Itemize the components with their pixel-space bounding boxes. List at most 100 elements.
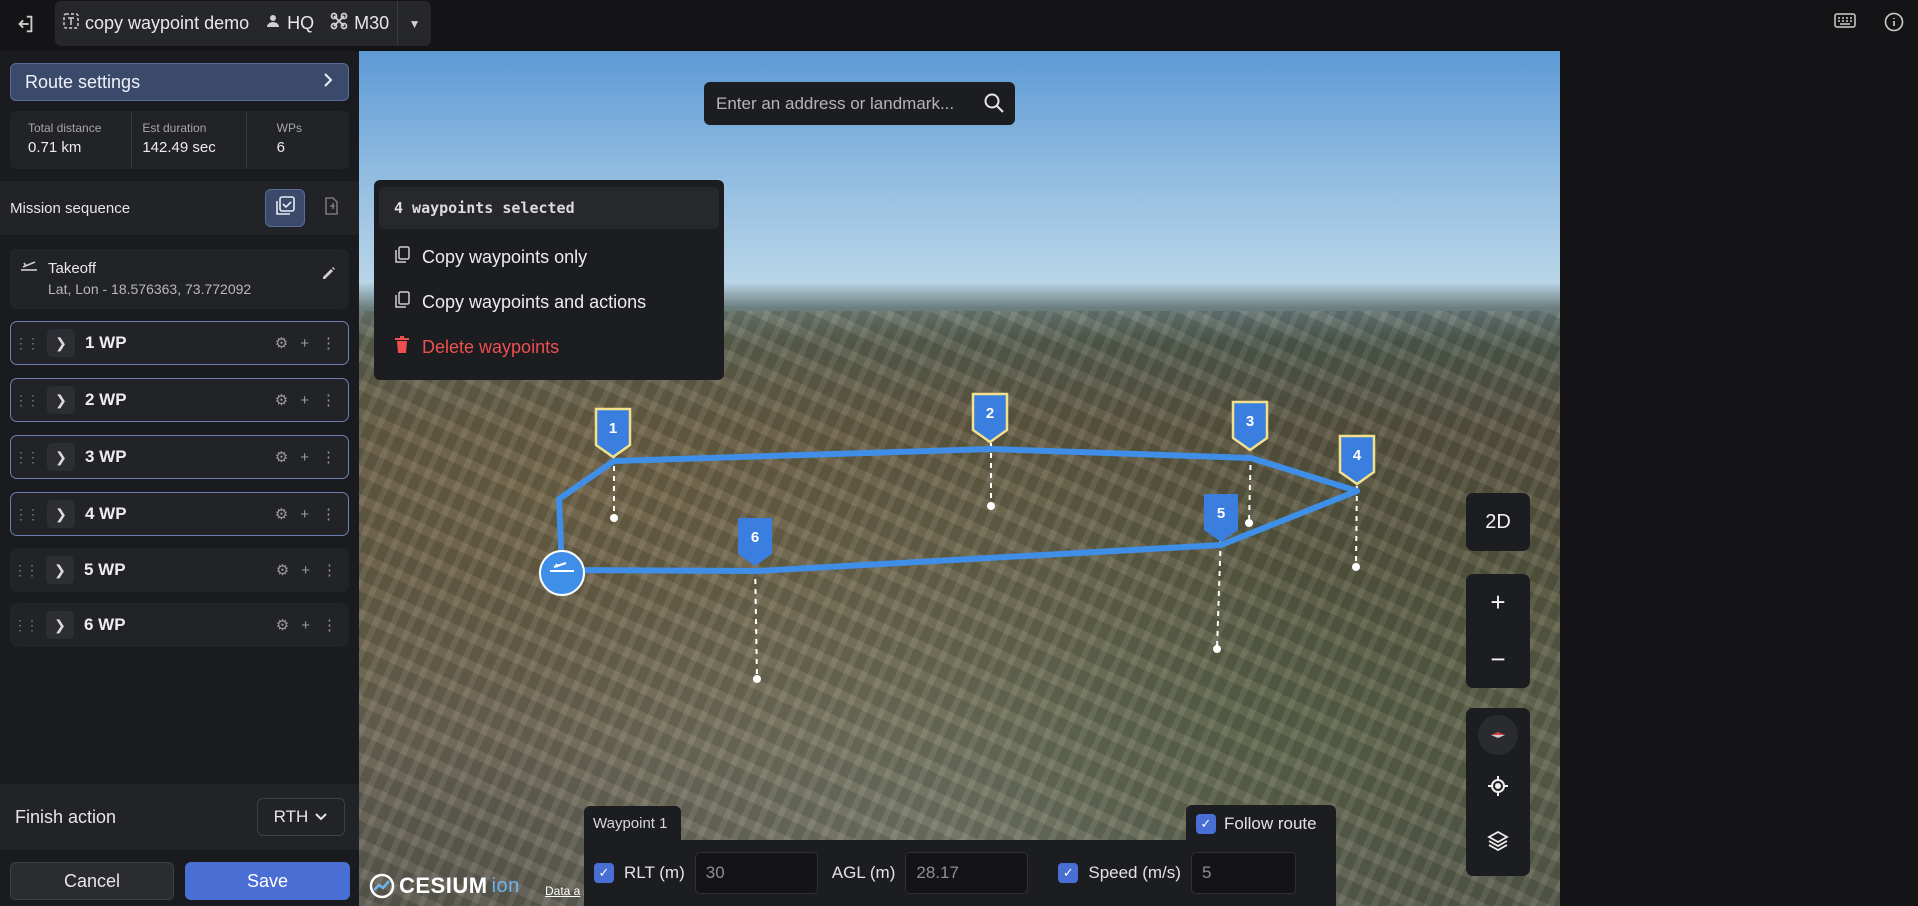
more-vert-icon[interactable]: ⋮ xyxy=(321,505,336,523)
add-icon[interactable]: + xyxy=(301,562,310,579)
cesium-logo[interactable]: CESIUM ion xyxy=(369,873,520,899)
compass-button[interactable] xyxy=(1466,708,1530,762)
cancel-button[interactable]: Cancel xyxy=(10,862,174,900)
paste-waypoints-button[interactable] xyxy=(315,189,347,227)
waypoint-label: 1 WP xyxy=(85,333,127,352)
address-search-input[interactable]: Enter an address or landmark... xyxy=(704,82,1015,125)
chevron-right-icon[interactable]: ❯ xyxy=(46,611,74,639)
view-mode-toggle[interactable]: 2D xyxy=(1466,493,1530,551)
zoom-out-button[interactable]: − xyxy=(1466,631,1530,688)
finish-action-select[interactable]: RTH xyxy=(257,798,345,836)
route-settings-button[interactable]: Route settings xyxy=(10,63,349,101)
chevron-down-icon[interactable]: ▼ xyxy=(397,1,431,46)
stat-label: Total distance xyxy=(28,121,102,135)
drag-handle-icon[interactable]: ⋮⋮ xyxy=(10,562,40,579)
chevron-right-icon[interactable]: ❯ xyxy=(47,386,75,414)
rlt-checkbox[interactable]: ✓ xyxy=(594,863,614,883)
cesium-ion: ion xyxy=(491,874,520,897)
copy-icon xyxy=(394,246,410,269)
chevron-right-icon[interactable]: ❯ xyxy=(47,443,75,471)
mission-info-group: copy waypoint demo HQ M30 ▼ xyxy=(55,1,432,46)
context-menu-header: 4 waypoints selected xyxy=(379,187,719,229)
follow-route-toggle[interactable]: ✓ Follow route xyxy=(1186,805,1336,843)
chevron-right-icon[interactable]: ❯ xyxy=(46,556,74,584)
drag-handle-icon[interactable]: ⋮⋮ xyxy=(11,449,41,466)
more-vert-icon[interactable]: ⋮ xyxy=(322,616,337,634)
cesium-logo-icon xyxy=(369,873,395,899)
drag-handle-icon[interactable]: ⋮⋮ xyxy=(11,335,41,352)
site-label: HQ xyxy=(287,13,315,33)
waypoint-row[interactable]: ⋮⋮ ❯ 4 WP ⚙ + ⋮ xyxy=(10,492,349,536)
route-settings-label: Route settings xyxy=(25,71,141,92)
drag-handle-icon[interactable]: ⋮⋮ xyxy=(10,617,40,634)
speed-input[interactable]: 5 xyxy=(1190,852,1296,894)
mission-sequence-bar: Mission sequence xyxy=(0,181,359,235)
chevron-right-icon[interactable]: ❯ xyxy=(47,500,75,528)
drag-handle-icon[interactable]: ⋮⋮ xyxy=(11,506,41,523)
waypoint-label: 4 WP xyxy=(85,504,127,523)
waypoint-row[interactable]: ⋮⋮ ❯ 5 WP ⚙ + ⋮ xyxy=(10,548,349,592)
info-icon[interactable] xyxy=(1884,12,1904,37)
gear-icon[interactable]: ⚙ xyxy=(275,505,288,523)
more-vert-icon[interactable]: ⋮ xyxy=(321,391,336,409)
gear-icon[interactable]: ⚙ xyxy=(275,448,288,466)
more-vert-icon[interactable]: ⋮ xyxy=(321,448,336,466)
stat-wps: WPs 6 xyxy=(247,111,349,169)
stat-label: Est duration xyxy=(142,121,207,135)
agl-input[interactable]: 28.17 xyxy=(905,852,1029,894)
menu-item-label: Copy waypoints only xyxy=(422,247,588,267)
save-button[interactable]: Save xyxy=(185,862,350,900)
route-stats: Total distance 0.71 km Est duration 142.… xyxy=(10,111,349,169)
edit-icon[interactable] xyxy=(321,265,337,286)
locate-button[interactable] xyxy=(1466,762,1530,816)
search-icon[interactable] xyxy=(983,92,1005,114)
footer-buttons: Cancel Save xyxy=(0,857,359,906)
mission-sequence-title: Mission sequence xyxy=(10,199,131,217)
takeoff-coords: Lat, Lon - 18.576363, 73.772092 xyxy=(48,281,252,297)
add-icon[interactable]: + xyxy=(300,449,309,466)
select-waypoints-button[interactable] xyxy=(265,189,305,227)
gear-icon[interactable]: ⚙ xyxy=(275,334,288,352)
site-selector[interactable]: HQ xyxy=(257,1,322,46)
waypoint-row[interactable]: ⋮⋮ ❯ 6 WP ⚙ + ⋮ xyxy=(10,603,349,647)
add-icon[interactable]: + xyxy=(300,392,309,409)
exit-icon[interactable] xyxy=(10,10,40,38)
more-vert-icon[interactable]: ⋮ xyxy=(322,561,337,579)
map-view[interactable]: 1 2 3 4 5 6 Enter an address or landmark… xyxy=(359,51,1560,906)
copy-waypoints-only-item[interactable]: Copy waypoints only xyxy=(394,246,587,269)
sidebar: Route settings Total distance 0.71 km Es… xyxy=(0,51,359,906)
gear-icon[interactable]: ⚙ xyxy=(275,391,288,409)
compass-icon xyxy=(1478,715,1518,755)
waypoint-row[interactable]: ⋮⋮ ❯ 3 WP ⚙ + ⋮ xyxy=(10,435,349,479)
drone-icon xyxy=(330,12,348,35)
keyboard-icon[interactable] xyxy=(1834,12,1856,35)
drag-handle-icon[interactable]: ⋮⋮ xyxy=(11,392,41,409)
rlt-input[interactable]: 30 xyxy=(694,852,818,894)
waypoint-row[interactable]: ⋮⋮ ❯ 1 WP ⚙ + ⋮ xyxy=(10,321,349,365)
copy-waypoints-and-actions-item[interactable]: Copy waypoints and actions xyxy=(394,291,646,314)
checkbox-checked-icon[interactable]: ✓ xyxy=(1196,814,1216,834)
gear-icon[interactable]: ⚙ xyxy=(276,616,289,634)
more-vert-icon[interactable]: ⋮ xyxy=(321,334,336,352)
add-icon[interactable]: + xyxy=(301,617,310,634)
finish-action-value: RTH xyxy=(273,807,309,826)
speed-checkbox[interactable]: ✓ xyxy=(1058,863,1079,883)
takeoff-item[interactable]: Takeoff Lat, Lon - 18.576363, 73.772092 xyxy=(10,249,349,309)
waypoint-panel-tab[interactable]: Waypoint 1 xyxy=(584,806,681,840)
data-attribution-link[interactable]: Data a xyxy=(545,884,580,898)
waypoint-row[interactable]: ⋮⋮ ❯ 2 WP ⚙ + ⋮ xyxy=(10,378,349,422)
add-icon[interactable]: + xyxy=(300,506,309,523)
drone-selector[interactable]: M30 xyxy=(322,1,397,46)
menu-item-label: Delete waypoints xyxy=(422,337,560,357)
home-marker[interactable] xyxy=(539,550,585,596)
add-icon[interactable]: + xyxy=(300,335,309,352)
chevron-down-icon xyxy=(314,807,328,827)
zoom-in-button[interactable]: + xyxy=(1466,574,1530,631)
mission-name[interactable]: copy waypoint demo xyxy=(55,1,257,46)
layers-button[interactable] xyxy=(1466,816,1530,870)
finish-action-label: Finish action xyxy=(15,806,117,827)
delete-waypoints-item[interactable]: Delete waypoints xyxy=(394,336,559,359)
follow-route-label: Follow route xyxy=(1224,814,1317,833)
chevron-right-icon[interactable]: ❯ xyxy=(47,329,75,357)
gear-icon[interactable]: ⚙ xyxy=(276,561,289,579)
